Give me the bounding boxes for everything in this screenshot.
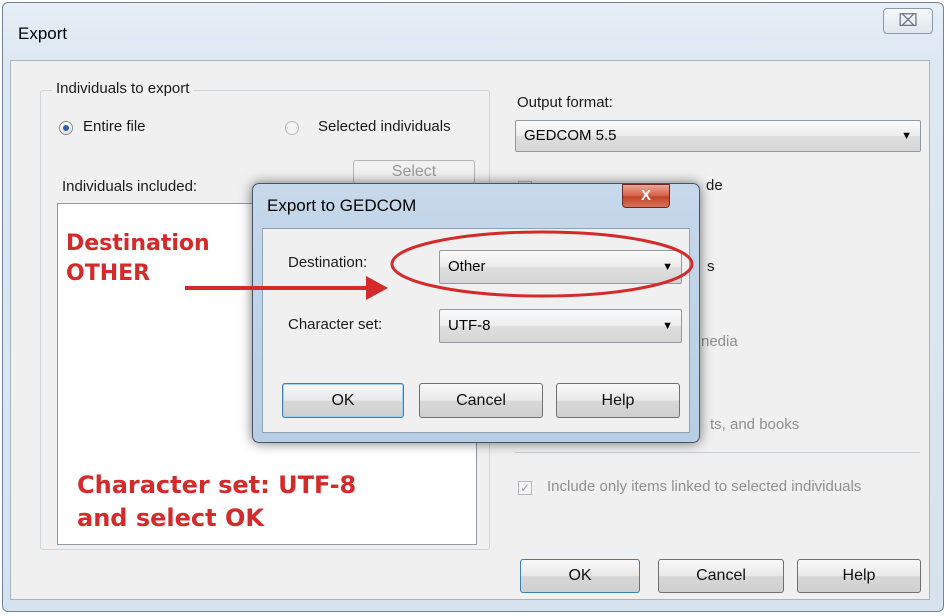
annotation-overlay — [185, 230, 694, 300]
highlight-ellipse — [390, 230, 694, 298]
arrow-head-icon — [366, 276, 388, 300]
